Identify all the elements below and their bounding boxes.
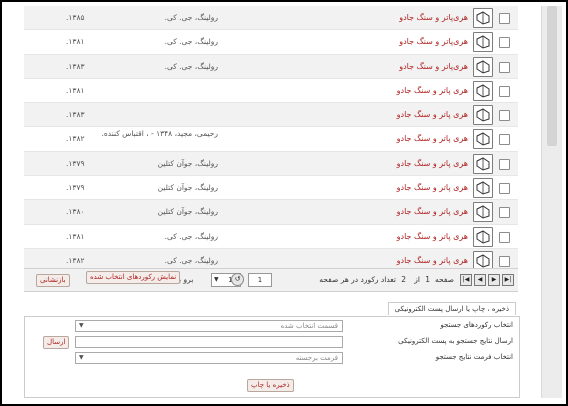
- format-value: فرمت برجسته: [295, 354, 338, 362]
- scrollbar-thumb[interactable]: [547, 6, 557, 146]
- book-icon[interactable]: [473, 32, 493, 53]
- record-title-link[interactable]: هری پاتر و سنگ جادو: [397, 134, 468, 143]
- book-icon[interactable]: [473, 105, 493, 126]
- chevron-down-icon: ▼: [79, 354, 84, 361]
- record-year: ۱۳۸۳.: [66, 110, 85, 120]
- record-year: ۱۳۸۵.: [66, 13, 85, 22]
- table-row: هری پاتر و سنگ جادو رولینگ، جوآن کتلین ۱…: [24, 176, 518, 201]
- record-title-link[interactable]: هری پاتر و سنگ جادو: [397, 256, 468, 265]
- email-field[interactable]: [75, 336, 343, 348]
- tab-save-print-email[interactable]: ذخیره ، چاپ یا ارسال پست الکترونیکی: [387, 302, 516, 315]
- export-panel: ذخیره ، چاپ یا ارسال پست الکترونیکی انتخ…: [24, 302, 520, 398]
- records-per-page-label: تعداد رکورد در هر صفحه: [319, 275, 396, 284]
- select-checkbox[interactable]: [499, 231, 510, 243]
- record-title-link[interactable]: هری پاتر و سنگ جادو: [397, 86, 468, 95]
- select-checkbox[interactable]: [499, 158, 510, 170]
- email-label: ارسال نتایج جستجو به پست الکترونیکی: [398, 337, 513, 345]
- record-year: ۱۳۸۱.: [66, 231, 85, 241]
- table-row: هری‌پاتر و سنگ جادو رولینگ، جی. کی. ۱۳۸۵…: [24, 6, 518, 31]
- select-records-label: انتخاب رکوردهای جستجو: [440, 321, 513, 329]
- table-row: هری پاتر و سنگ جادو رولینگ، جوآن کتلین ۱…: [24, 200, 518, 225]
- chevron-down-icon: ▼: [214, 276, 219, 283]
- table-row: هری پاتر و سنگ جادو ۱۳۸۱.: [24, 78, 518, 104]
- record-title-link[interactable]: هری‌پاتر و سنگ جادو: [399, 62, 468, 71]
- go-to-page-input[interactable]: 1: [248, 273, 272, 287]
- table-row: هری پاتر و سنگ جادو رحیمی، مجید، ۱۳۴۸ - …: [24, 127, 518, 152]
- record-author: رولینگ، جوآن کتلین: [157, 158, 218, 168]
- record-author: رولینگ، جوآن کتلین: [157, 183, 218, 193]
- record-author: رولینگ، جی. کی.: [164, 255, 218, 265]
- table-row: هری‌پاتر و سنگ جادو رولینگ، جی. کی. ۱۳۸۳…: [24, 54, 518, 79]
- total-pages: 2: [401, 275, 406, 284]
- table-row: هری پاتر و سنگ جادو رولینگ، جوآن کتلین ۱…: [24, 151, 518, 177]
- export-panel-body: انتخاب رکوردهای جستجو ▼ قسمت انتخاب شده …: [24, 316, 520, 398]
- format-dropdown[interactable]: ▼ فرمت برجسته: [75, 352, 343, 364]
- book-icon[interactable]: [473, 8, 493, 28]
- record-year: ۱۳۷۹.: [66, 183, 85, 193]
- record-author: رولینگ، جی. کی.: [164, 231, 218, 241]
- book-icon[interactable]: [473, 226, 493, 247]
- select-checkbox[interactable]: [499, 61, 510, 73]
- select-checkbox[interactable]: [499, 255, 510, 267]
- book-icon[interactable]: [473, 153, 493, 174]
- select-records-value: قسمت انتخاب شده: [280, 322, 338, 330]
- results-table: هری‌پاتر و سنگ جادو رولینگ، جی. کی. ۱۳۸۵…: [24, 6, 518, 274]
- vertical-scrollbar[interactable]: [541, 6, 562, 398]
- send-button[interactable]: ارسال: [43, 336, 70, 349]
- record-author: رولینگ، جوآن کتلین: [157, 207, 218, 217]
- book-icon[interactable]: [473, 80, 493, 101]
- table-row: هری‌پاتر و سنگ جادو رولینگ، جی. کی. ۱۳۸۱…: [24, 30, 518, 55]
- record-year: ۱۳۸۲.: [66, 134, 85, 144]
- next-page-icon[interactable]: ◀: [474, 274, 486, 286]
- select-checkbox[interactable]: [499, 207, 510, 219]
- table-row: هری پاتر و سنگ جادو رولینگ، جی. کی. ۱۳۸۱…: [24, 224, 518, 249]
- of-label: از: [414, 275, 420, 284]
- record-year: ۱۳۸۰.: [66, 207, 85, 217]
- record-title-link[interactable]: هری پاتر و سنگ جادو: [397, 159, 468, 168]
- show-selected-button[interactable]: نمایش رکوردهای انتخاب شده: [86, 271, 181, 284]
- select-checkbox[interactable]: [499, 85, 510, 97]
- first-page-icon[interactable]: ▶|: [502, 274, 514, 286]
- select-records-dropdown[interactable]: ▼ قسمت انتخاب شده: [75, 320, 343, 332]
- book-icon[interactable]: [473, 178, 493, 199]
- chevron-down-icon: ▼: [79, 322, 84, 329]
- app-frame: هری‌پاتر و سنگ جادو رولینگ، جی. کی. ۱۳۸۵…: [0, 0, 568, 406]
- record-title-link[interactable]: هری پاتر و سنگ جادو: [397, 207, 468, 216]
- last-page-icon[interactable]: |◀: [460, 274, 472, 286]
- current-page: 1: [425, 275, 430, 284]
- select-checkbox[interactable]: [499, 110, 510, 122]
- record-title-link[interactable]: هری پاتر و سنگ جادو: [397, 232, 468, 241]
- record-year: ۱۳۸۲.: [66, 255, 85, 265]
- book-icon[interactable]: [473, 202, 493, 223]
- page-label: صفحه: [434, 275, 454, 284]
- select-checkbox[interactable]: [499, 37, 510, 49]
- pagination-bar: ▶| ▶ ◀ |◀ صفحه 1 از 2 تعداد رکورد در هر …: [24, 268, 518, 292]
- record-title-link[interactable]: هری‌پاتر و سنگ جادو: [399, 37, 468, 46]
- reset-button[interactable]: بازنشانی: [36, 274, 70, 287]
- record-year: ۱۳۸۱.: [66, 85, 85, 95]
- record-author: رولینگ، جی. کی.: [164, 13, 218, 22]
- record-author: رولینگ، جی. کی.: [164, 37, 218, 47]
- record-year: ۱۳۸۱.: [66, 37, 85, 47]
- record-author: رولینگ، جی. کی.: [164, 61, 218, 71]
- record-title-link[interactable]: هری پاتر و سنگ جادو: [397, 183, 468, 192]
- record-year: ۱۳۷۹.: [66, 158, 85, 168]
- book-icon[interactable]: [473, 129, 493, 150]
- prev-page-icon[interactable]: ▶: [488, 274, 500, 286]
- record-title-link[interactable]: هری‌پاتر و سنگ جادو: [399, 13, 468, 22]
- record-title-link[interactable]: هری پاتر و سنگ جادو: [397, 110, 468, 119]
- book-icon[interactable]: [473, 56, 493, 77]
- select-checkbox[interactable]: [499, 134, 510, 146]
- record-year: ۱۳۸۳.: [66, 61, 85, 71]
- select-checkbox[interactable]: [499, 183, 510, 195]
- format-label: انتخاب فرمت نتایج جستجو: [435, 353, 513, 361]
- record-author: رحیمی، مجید، ۱۳۴۸ - ، اقتباس کننده.: [101, 129, 218, 139]
- go-icon[interactable]: ↺: [231, 273, 244, 286]
- select-checkbox[interactable]: [499, 13, 510, 24]
- table-row: هری پاتر و سنگ جادو ۱۳۸۳.: [24, 103, 518, 128]
- save-print-button[interactable]: ذخیره یا چاپ: [247, 379, 294, 392]
